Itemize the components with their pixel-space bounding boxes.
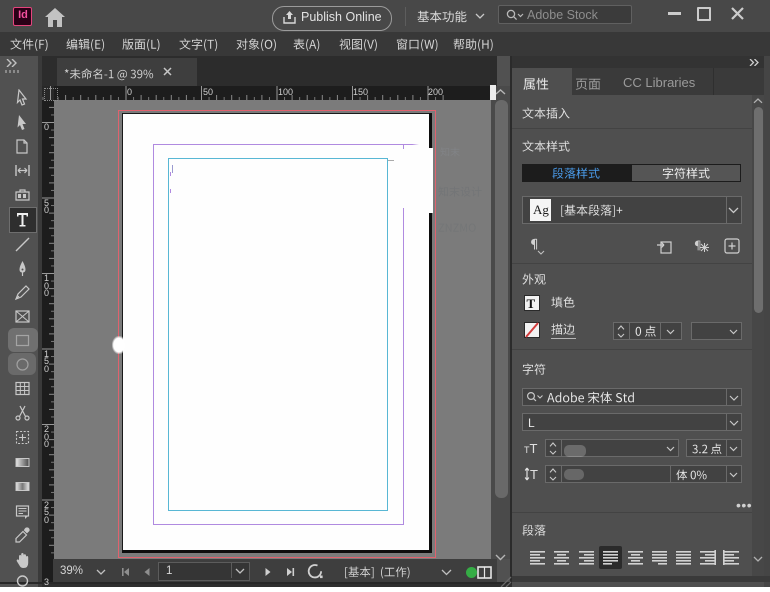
svg-text:T: T [530, 467, 538, 482]
